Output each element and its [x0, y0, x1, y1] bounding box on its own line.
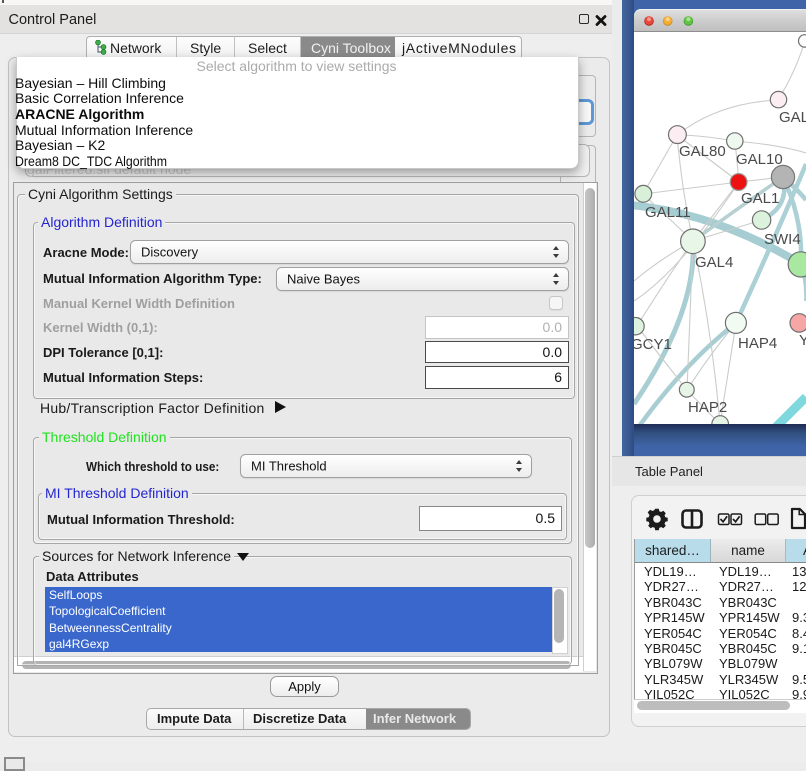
- svg-text:GAL4: GAL4: [695, 254, 733, 271]
- svg-text:GCY1: GCY1: [634, 336, 672, 353]
- svg-text:YB: YB: [799, 332, 806, 349]
- svg-text:HAP4: HAP4: [738, 335, 777, 352]
- svg-text:GAL80: GAL80: [679, 143, 726, 160]
- svg-text:GAL1: GAL1: [741, 190, 779, 207]
- svg-text:GAL10: GAL10: [736, 151, 783, 168]
- svg-text:HAP2: HAP2: [688, 399, 727, 416]
- svg-text:GAL7: GAL7: [779, 109, 806, 126]
- svg-text:SWI4: SWI4: [764, 231, 801, 248]
- svg-text:GAL11: GAL11: [645, 204, 691, 221]
